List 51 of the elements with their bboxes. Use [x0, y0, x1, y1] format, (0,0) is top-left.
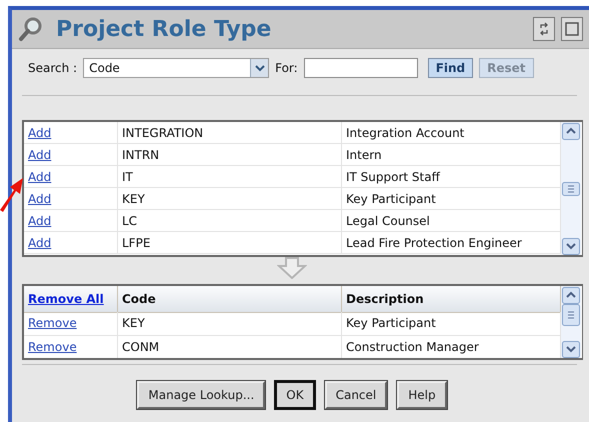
table-cell: IT — [118, 166, 342, 188]
scroll-bar[interactable] — [561, 122, 581, 255]
scroll-thumb-icon — [562, 304, 580, 326]
magnifier-icon — [18, 16, 44, 42]
for-field[interactable] — [304, 58, 418, 78]
scroll-up-icon — [562, 123, 580, 140]
add-link[interactable]: Add — [28, 170, 52, 184]
remove-link[interactable]: Remove — [28, 316, 77, 330]
scroll-up-icon — [562, 287, 580, 304]
table-cell: INTRN — [118, 144, 342, 166]
add-link[interactable]: Add — [28, 126, 52, 140]
table-cell: Key Participant — [342, 312, 561, 336]
down-arrow-icon — [277, 257, 307, 279]
table-cell: Key Participant — [342, 188, 561, 210]
search-dropdown[interactable]: Code — [83, 58, 270, 78]
table-cell: LC — [118, 210, 342, 232]
table-cell: KEY — [118, 312, 342, 336]
maximize-button[interactable] — [561, 17, 583, 41]
pointer-arrow-icon — [0, 176, 24, 212]
scroll-thumb-icon — [562, 182, 580, 196]
remove-link[interactable]: Remove — [28, 340, 77, 354]
for-label: For: — [275, 61, 298, 75]
table-cell: Intern — [342, 144, 561, 166]
search-button[interactable]: Find — [428, 58, 474, 78]
table-cell: Legal Counsel — [342, 210, 561, 232]
scroll-bar[interactable] — [561, 286, 581, 358]
table-cell: Integration Account — [342, 122, 561, 144]
dialog-button[interactable]: OK — [275, 381, 315, 409]
table-cell: Lead Fire Protection Engineer — [342, 232, 561, 254]
column-header: Description — [346, 292, 424, 306]
add-link[interactable]: Add — [28, 236, 52, 250]
window-title: Project Role Type — [56, 16, 272, 42]
table-cell: INTEGRATION — [118, 122, 342, 144]
table-cell: LFPE — [118, 232, 342, 254]
table-cell: IT Support Staff — [342, 166, 561, 188]
refresh-icon — [538, 22, 550, 36]
search-label: Search : — [28, 61, 78, 75]
column-header: Code — [122, 292, 156, 306]
dialog-button[interactable]: Cancel — [324, 381, 388, 409]
maximize-icon — [565, 22, 579, 36]
add-link[interactable]: Add — [28, 148, 52, 162]
dialog-button[interactable]: Manage Lookup... — [137, 381, 266, 409]
scroll-down-icon — [562, 341, 580, 358]
add-link[interactable]: Add — [28, 192, 52, 206]
scroll-down-icon — [562, 238, 580, 255]
add-link[interactable]: Add — [28, 214, 52, 228]
caret-icon — [254, 64, 265, 72]
table-cell: CONM — [118, 336, 342, 358]
dialog-button[interactable]: Help — [397, 381, 447, 409]
table-cell: KEY — [118, 188, 342, 210]
refresh-button[interactable] — [533, 17, 555, 41]
